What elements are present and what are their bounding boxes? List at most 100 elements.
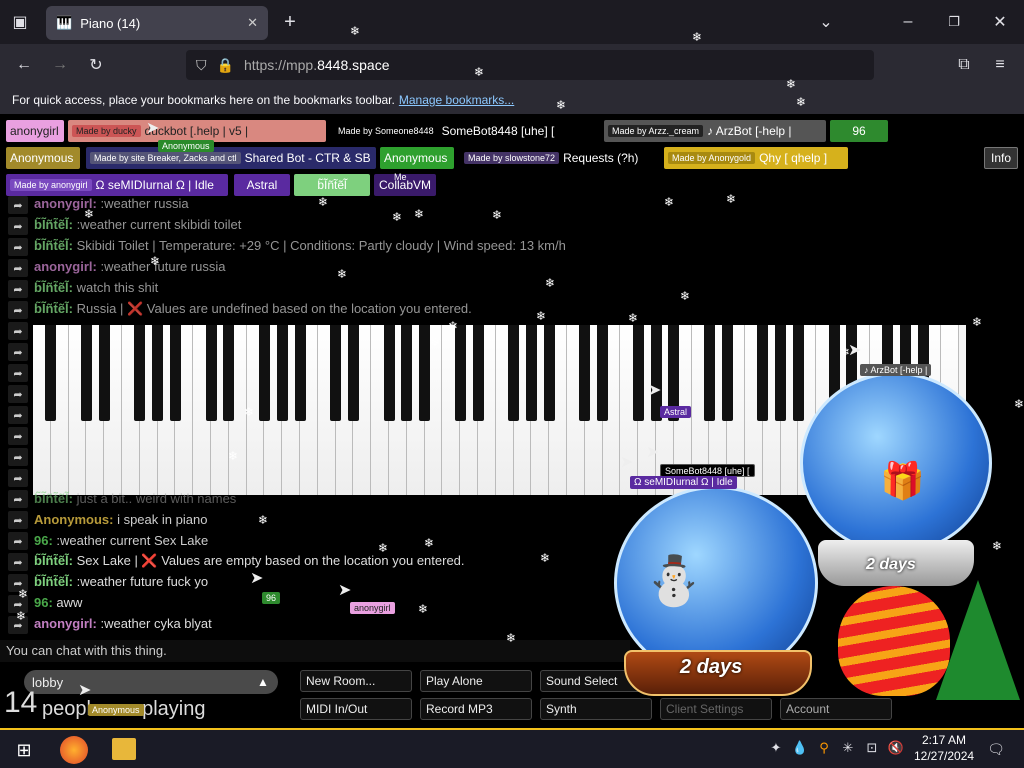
firefox-icon[interactable] — [60, 736, 88, 764]
reply-arrow-icon[interactable]: ➦ — [8, 490, 28, 508]
reply-arrow-icon[interactable]: ➦ — [8, 406, 28, 424]
notifications-icon[interactable]: 🗨 — [984, 738, 1008, 760]
chat-input[interactable]: You can chat with this thing. — [0, 640, 630, 662]
manage-bookmarks-link[interactable]: Manage bookmarks... — [399, 93, 514, 107]
reply-arrow-icon[interactable]: ➦ — [8, 238, 28, 256]
reply-arrow-icon[interactable]: ➦ — [8, 259, 28, 277]
black-key[interactable] — [258, 325, 270, 421]
black-key[interactable] — [205, 325, 217, 421]
black-key[interactable] — [134, 325, 146, 421]
midi-button[interactable]: MIDI In/Out — [300, 698, 412, 720]
room-selector[interactable]: lobby — [24, 670, 278, 694]
black-key[interactable] — [45, 325, 57, 421]
black-key[interactable] — [276, 325, 288, 421]
black-key[interactable] — [579, 325, 591, 421]
tab-overview-icon[interactable]: ▣ — [8, 10, 32, 34]
reply-arrow-icon[interactable]: ➦ — [8, 196, 28, 214]
menu-icon[interactable]: ≡ — [988, 53, 1012, 77]
reload-icon[interactable]: ↻ — [84, 53, 108, 77]
reply-arrow-icon[interactable]: ➦ — [8, 385, 28, 403]
black-key[interactable] — [597, 325, 609, 421]
url-bar[interactable]: ⛉ 🔒 https://mpp. 8448.space — [186, 50, 874, 80]
account-button[interactable]: Account — [780, 698, 892, 720]
user-tag[interactable]: Made by anonygirl Ω seMIDIurnal Ω | Idle — [6, 174, 228, 196]
black-key[interactable] — [472, 325, 484, 421]
reply-arrow-icon[interactable]: ➦ — [8, 427, 28, 445]
candy-spiral-image — [838, 586, 950, 696]
black-key[interactable] — [632, 325, 644, 421]
back-icon[interactable]: ← — [12, 53, 36, 77]
record-mp3-button[interactable]: Record MP3 — [420, 698, 532, 720]
user-tag[interactable]: Astral — [234, 174, 290, 196]
reply-arrow-icon[interactable]: ➦ — [8, 553, 28, 571]
black-key[interactable] — [223, 325, 235, 421]
user-tag[interactable]: Made by site Breaker, Zacks and ctl Share… — [86, 147, 376, 169]
reply-arrow-icon[interactable]: ➦ — [8, 217, 28, 235]
black-key[interactable] — [383, 325, 395, 421]
user-tag[interactable]: Made by Someone8448 SomeBot8448 [uhe] [ — [330, 120, 598, 142]
user-tag[interactable]: Anonymous — [380, 147, 454, 169]
close-tab-icon[interactable]: ✕ — [247, 15, 258, 31]
reply-arrow-icon[interactable]: ➦ — [8, 511, 28, 529]
black-key[interactable] — [508, 325, 520, 421]
restore-icon[interactable]: ❐ — [942, 10, 966, 34]
tray-app-icon[interactable]: ✦ — [766, 738, 786, 758]
clock[interactable]: 2:17 AM 12/27/2024 — [914, 732, 974, 764]
file-explorer-icon[interactable] — [112, 738, 136, 760]
shield-icon[interactable]: ⛉ — [196, 57, 207, 74]
reply-arrow-icon[interactable]: ➦ — [8, 322, 28, 340]
user-tag[interactable]: b̃Ĩñt̃ẽl̃ — [294, 174, 370, 196]
black-key[interactable] — [347, 325, 359, 421]
black-key[interactable] — [775, 325, 787, 421]
black-key[interactable] — [294, 325, 306, 421]
close-window-icon[interactable]: ✕ — [988, 10, 1012, 34]
reply-arrow-icon[interactable]: ➦ — [8, 448, 28, 466]
black-key[interactable] — [98, 325, 110, 421]
black-key[interactable] — [757, 325, 769, 421]
user-tag[interactable]: 96 — [830, 120, 888, 142]
start-icon[interactable]: ⊞ — [12, 738, 36, 762]
black-key[interactable] — [80, 325, 92, 421]
user-tag[interactable]: Made by slowstone72 Requests (?h) — [460, 147, 658, 169]
black-key[interactable] — [703, 325, 715, 421]
user-tag[interactable]: Made by Arzz._cream ♪ ArzBot [-help | — [604, 120, 826, 142]
black-key[interactable] — [792, 325, 804, 421]
list-tabs-icon[interactable]: ⌄ — [814, 10, 838, 34]
user-tag[interactable]: Made by Anonygold Qhy [ qhelp ] — [664, 147, 848, 169]
black-key[interactable] — [543, 325, 555, 421]
minimize-icon[interactable]: – — [896, 10, 920, 34]
reply-arrow-icon[interactable]: ➦ — [8, 343, 28, 361]
reply-arrow-icon[interactable]: ➦ — [8, 280, 28, 298]
tab-piano[interactable]: 🎹 Piano (14) ✕ — [46, 6, 268, 40]
user-tag[interactable]: anonygirl — [6, 120, 64, 142]
play-alone-button[interactable]: Play Alone — [420, 670, 532, 692]
info-button[interactable]: Info — [984, 147, 1018, 169]
black-key[interactable] — [330, 325, 342, 421]
black-key[interactable] — [419, 325, 431, 421]
black-key[interactable] — [721, 325, 733, 421]
reply-arrow-icon[interactable]: ➦ — [8, 469, 28, 487]
black-key[interactable] — [152, 325, 164, 421]
tray-search-icon[interactable]: ⚲ — [814, 738, 834, 758]
new-room-button[interactable]: New Room... — [300, 670, 412, 692]
client-settings-button[interactable]: Client Settings — [660, 698, 772, 720]
user-tag[interactable]: Anonymous — [6, 147, 80, 169]
lock-icon[interactable]: 🔒 — [217, 57, 234, 74]
reply-arrow-icon[interactable]: ➦ — [8, 532, 28, 550]
network-icon[interactable]: ⊡ — [862, 738, 882, 758]
new-tab-icon[interactable]: + — [278, 10, 302, 34]
reply-arrow-icon[interactable]: ➦ — [8, 301, 28, 319]
black-key[interactable] — [454, 325, 466, 421]
black-key[interactable] — [401, 325, 413, 421]
synth-button[interactable]: Synth — [540, 698, 652, 720]
room-expand-icon[interactable]: ▲ — [252, 672, 274, 692]
black-key[interactable] — [169, 325, 181, 421]
volume-icon[interactable]: 🔇 — [886, 738, 906, 758]
tray-drop-icon[interactable]: 💧 — [790, 738, 810, 758]
tray-asterisk-icon[interactable]: ✳ — [838, 738, 858, 758]
user-tag[interactable]: Made by ducky duckbot [.help | v5 | — [68, 120, 326, 142]
black-key[interactable] — [525, 325, 537, 421]
forward-icon[interactable]: → — [48, 53, 72, 77]
reply-arrow-icon[interactable]: ➦ — [8, 364, 28, 382]
extensions-icon[interactable]: ⧉ — [952, 53, 976, 77]
